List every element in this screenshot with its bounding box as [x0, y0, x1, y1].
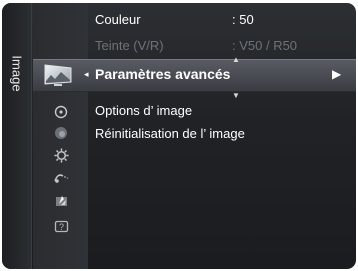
- channel-icon[interactable]: [52, 124, 70, 142]
- side-tab-label: Image: [9, 54, 25, 92]
- menu-item-couleur[interactable]: Couleur: [95, 12, 141, 27]
- side-tab: Image: [2, 3, 32, 269]
- application-icon[interactable]: [52, 192, 70, 210]
- tv-picture-icon[interactable]: [43, 63, 75, 87]
- menu-item-reinitialisation-image[interactable]: Réinitialisation de l’ image: [95, 126, 245, 141]
- setup-icon[interactable]: [52, 146, 70, 164]
- svg-text:?: ?: [58, 222, 63, 232]
- right-arrow-icon[interactable]: ▶: [332, 67, 341, 81]
- menu-item-options-image[interactable]: Options d’ image: [95, 103, 192, 118]
- osd-frame: Image ? Couleur : 50 Teinte (V/R): V50 …: [0, 0, 358, 271]
- support-icon[interactable]: ?: [52, 218, 70, 236]
- input-icon[interactable]: [52, 169, 70, 187]
- menu-value-teinte: : V50 / R50: [232, 38, 298, 53]
- sound-icon[interactable]: [52, 103, 70, 121]
- scroll-up-icon: ▲: [232, 55, 240, 64]
- menu-value-couleur: : 50: [232, 12, 254, 27]
- scroll-down-icon: ▼: [232, 91, 240, 100]
- side-tab-label-wrap: Image: [4, 53, 30, 93]
- left-arrow-icon: ◂: [84, 69, 89, 79]
- menu-item-teinte: Teinte (V/R): [95, 38, 164, 53]
- menu-item-parametres-avances[interactable]: Paramètres avancés: [95, 66, 230, 82]
